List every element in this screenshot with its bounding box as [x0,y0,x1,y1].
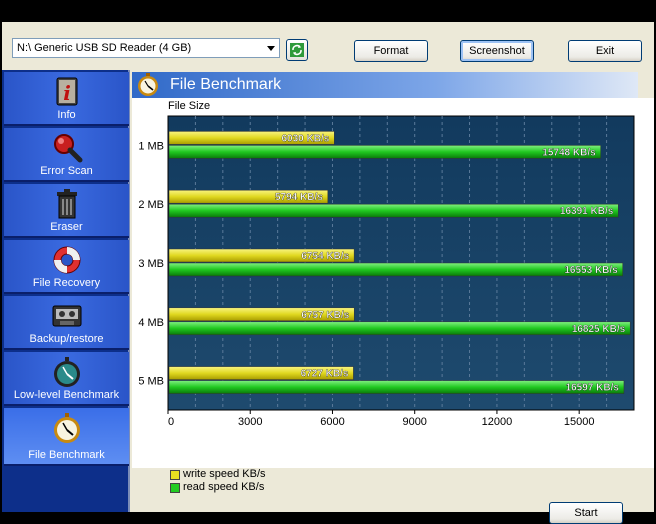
read-bar [168,262,623,277]
legend-label-read: read speed KB/s [183,481,265,493]
tape-icon [52,305,82,327]
section-header: File Benchmark [132,72,638,98]
app-window: N:\ Generic USB SD Reader (4 GB) Format … [2,22,654,524]
write-bar-label: 6754 KB/s [301,251,349,262]
sidebar-item-error-scan[interactable]: Error Scan [4,128,129,182]
drive-select[interactable]: N:\ Generic USB SD Reader (4 GB) [12,38,280,58]
y-tick-label: 4 MB [138,317,164,329]
stopwatch-icon [54,413,80,443]
sidebar-item-low-level-benchmark[interactable]: Low-level Benchmark [4,352,129,406]
x-tick-label: 3000 [238,416,262,428]
sidebar-item-label: Error Scan [40,165,93,177]
sidebar-item-info[interactable]: i Info [4,72,129,126]
sidebar-item-label: Info [57,109,76,121]
x-tick-label: 12000 [482,416,513,428]
main-content: File Benchmark File Size 1 MB 6030 KB/s 157… [132,70,654,524]
stopwatch-icon [54,357,80,387]
read-bar-label: 15748 KB/s [542,147,596,158]
sidebar-item-backup-restore[interactable]: Backup/restore [4,296,129,350]
sidebar-item-file-recovery[interactable]: File Recovery [4,240,129,294]
title-bar [0,0,656,22]
page-title: File Benchmark [170,76,282,93]
sidebar-item-label: File Recovery [32,277,101,289]
screenshot-button[interactable]: Screenshot [460,40,534,62]
start-button[interactable]: Start [549,502,623,524]
read-bar [168,203,619,218]
y-tick-label: 5 MB [138,376,164,388]
read-bar-label: 16391 KB/s [560,206,614,217]
x-tick-label: 6000 [320,416,344,428]
refresh-button[interactable] [286,39,308,61]
format-button[interactable]: Format [354,40,428,62]
chevron-down-icon[interactable] [267,46,275,51]
sidebar-item-eraser[interactable]: Eraser [4,184,129,238]
lifebuoy-icon [53,246,81,274]
sidebar: i Info Error Scan Eraser File Recovery B… [2,70,130,512]
read-bar-label: 16553 KB/s [564,265,618,276]
trash-icon [57,189,77,219]
sidebar-item-label: Low-level Benchmark [13,389,120,401]
write-bar-label: 5794 KB/s [275,192,323,203]
toolbar: N:\ Generic USB SD Reader (4 GB) Format … [2,22,654,70]
svg-text:i: i [63,81,71,105]
sidebar-item-label: File Benchmark [28,449,105,461]
exit-button[interactable]: Exit [568,40,642,62]
read-bar-label: 16597 KB/s [566,383,620,394]
x-tick-label: 15000 [564,416,595,428]
write-bar-label: 6757 KB/s [301,310,349,321]
read-bar [168,321,631,336]
legend-swatch-write [170,470,180,480]
info-icon: i [56,77,78,106]
write-bar-label: 6030 KB/s [281,133,329,144]
read-bar [168,380,625,394]
drive-select-value: N:\ Generic USB SD Reader (4 GB) [17,42,192,54]
y-tick-label: 3 MB [138,258,164,270]
x-tick-label: 0 [168,416,174,428]
stopwatch-icon [138,73,158,96]
sidebar-item-label: Eraser [50,221,83,233]
write-bar-label: 6727 KB/s [301,369,349,380]
y-tick-label: 1 MB [138,140,164,152]
read-bar [168,145,601,159]
y-tick-label: 2 MB [138,199,164,211]
benchmark-chart: File Size 1 MB 6030 KB/s 15748 KB/s 2 MB 5794… [138,100,635,428]
legend-swatch-read [170,483,180,493]
sidebar-item-label: Backup/restore [29,333,104,345]
sidebar-item-file-benchmark[interactable]: File Benchmark [4,408,129,466]
legend-label-write: write speed KB/s [183,468,266,480]
x-tick-label: 9000 [402,416,426,428]
benchmark-chart-area: File Size 1 MB 6030 KB/s 15748 KB/s 2 MB 5794… [132,98,654,468]
magnifier-icon [54,134,83,163]
read-bar-label: 16825 KB/s [572,324,626,335]
refresh-icon [290,43,304,57]
y-axis-title: File Size [168,100,210,112]
